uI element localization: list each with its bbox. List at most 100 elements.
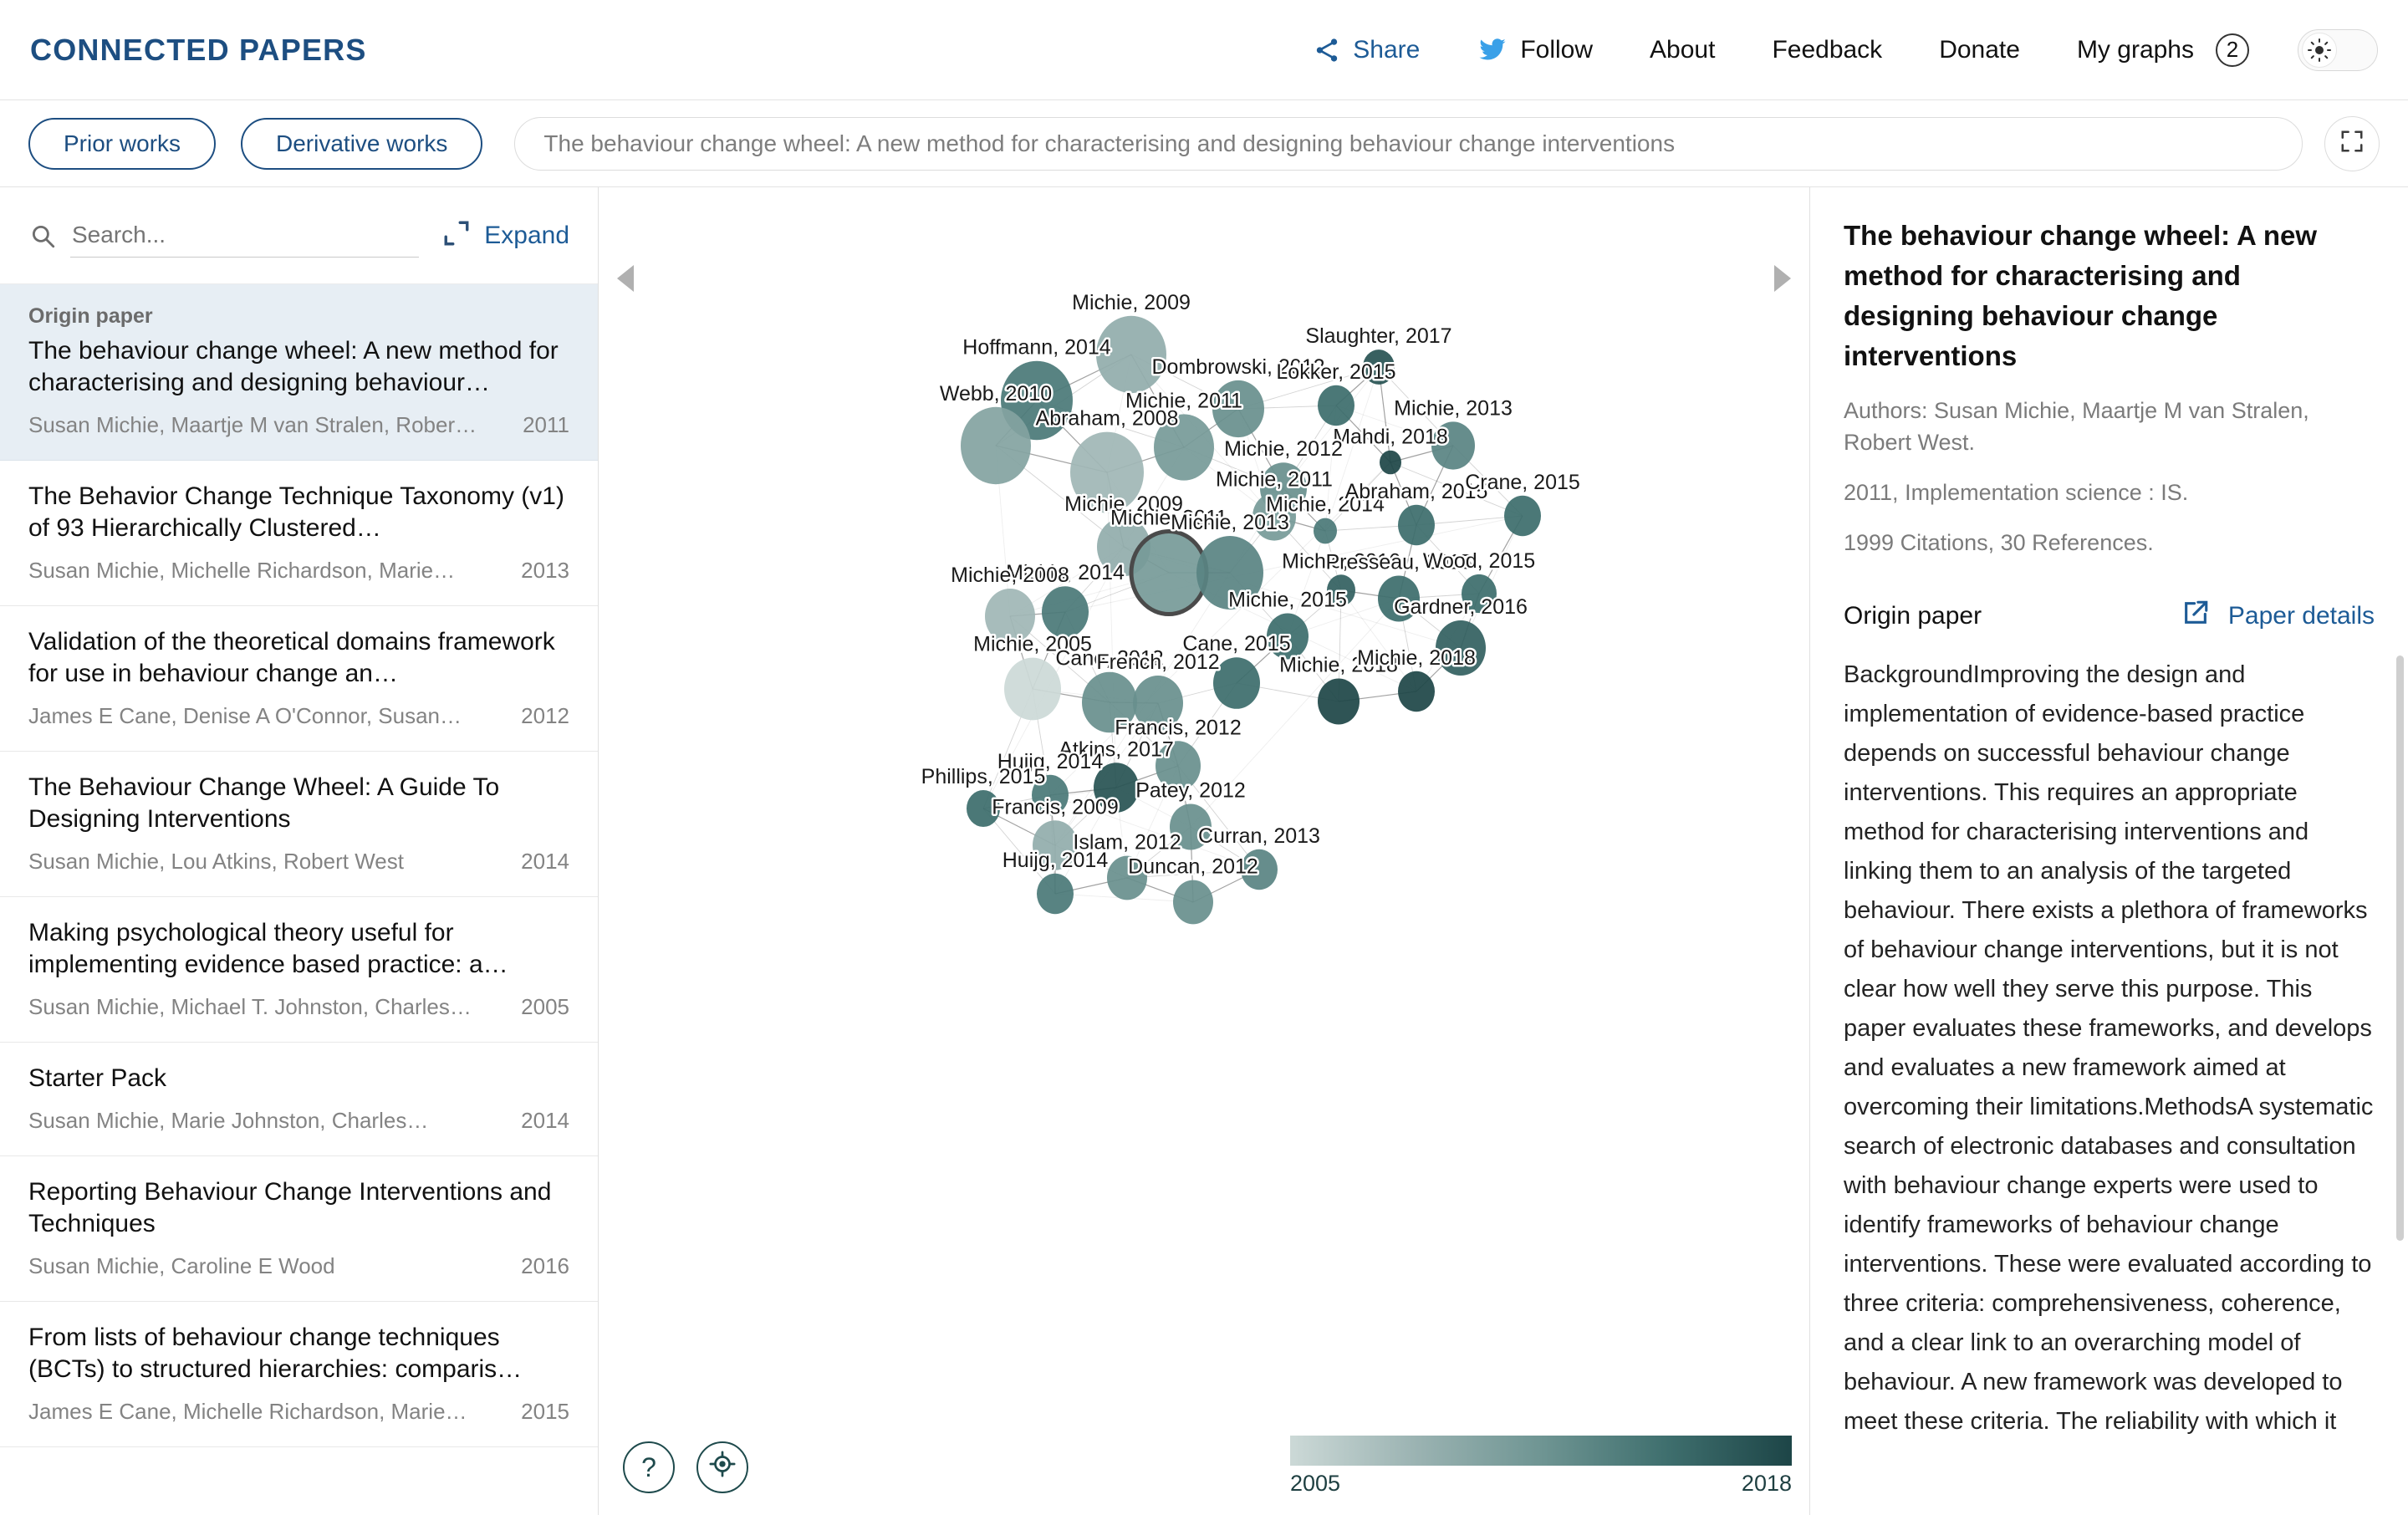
paper-search-input[interactable]: The behaviour change wheel: A new method…: [514, 116, 2303, 171]
graph-node-label: Michie, 2011: [1216, 467, 1333, 491]
expand-label: Expand: [484, 221, 569, 249]
graph-node[interactable]: [1004, 657, 1061, 721]
origin-paper-tag: Origin paper: [28, 304, 153, 328]
detail-origin-row: Origin paper Paper details: [1844, 599, 2375, 634]
graph-node[interactable]: [1504, 495, 1541, 537]
paper-year: 2005: [521, 994, 569, 1019]
detail-origin-label: Origin paper: [1844, 602, 1982, 630]
graph-node[interactable]: [1173, 880, 1213, 925]
graph-node[interactable]: [1318, 385, 1354, 426]
paper-meta: Susan Michie, Michael T. Johnston, Charl…: [28, 994, 569, 1020]
graph-node[interactable]: [1213, 657, 1260, 709]
connected-papers-app: CONNECTED PAPERS Share Follow About Feed…: [0, 0, 2408, 1515]
paper-title: Validation of the theoretical domains fr…: [28, 628, 555, 687]
paper-authors: James E Cane, Michelle Richardson, Marie…: [28, 1399, 467, 1424]
nav-donate-label: Donate: [1939, 35, 2020, 64]
graph-node-label: Cane, 2015: [1182, 632, 1290, 655]
paper-title: From lists of behaviour change technique…: [28, 1324, 523, 1383]
colorbar-labels: 2005 2018: [1290, 1471, 1792, 1497]
derivative-works-button[interactable]: Derivative works: [241, 117, 483, 170]
paper-details-link[interactable]: Paper details: [2181, 599, 2375, 634]
app-logo[interactable]: CONNECTED PAPERS: [30, 33, 367, 68]
search-icon: [28, 222, 57, 250]
paper-title: Starter Pack: [28, 1064, 167, 1092]
nav-feedback[interactable]: Feedback: [1743, 36, 1911, 64]
recenter-button[interactable]: [696, 1441, 748, 1493]
paper-meta: Susan Michie, Caroline E Wood 2016: [28, 1253, 569, 1279]
nav-follow[interactable]: Follow: [1448, 36, 1621, 64]
fullscreen-icon: [2339, 129, 2365, 158]
graph-node-label: Lokker, 2015: [1276, 360, 1395, 384]
list-item[interactable]: Reporting Behaviour Change Interventions…: [0, 1156, 598, 1302]
list-item[interactable]: Origin paper The behaviour change wheel:…: [0, 284, 598, 461]
fullscreen-button[interactable]: [2324, 115, 2380, 171]
graph-node[interactable]: [1398, 671, 1435, 712]
colorbar-max-label: 2018: [1741, 1471, 1792, 1496]
prior-works-button[interactable]: Prior works: [28, 117, 217, 170]
graph-node-label: Duncan, 2012: [1128, 855, 1258, 879]
nav-my-graphs-label: My graphs: [2076, 35, 2194, 64]
nav-my-graphs[interactable]: My graphs 2: [2048, 33, 2278, 67]
theme-toggle[interactable]: [2298, 28, 2378, 71]
list-item[interactable]: The Behaviour Change Wheel: A Guide To D…: [0, 752, 598, 897]
graph-node[interactable]: [1380, 450, 1401, 475]
graph-canvas[interactable]: Michie, 2009 Hoffmann, 2014 Webb, 2010 Abra…: [599, 187, 1809, 1515]
colorbar-min-label: 2005: [1290, 1471, 1341, 1496]
header-nav: Share Follow About Feedback Donate My gr…: [1284, 28, 2378, 71]
nav-about[interactable]: About: [1621, 36, 1743, 64]
list-item[interactable]: Validation of the theoretical domains fr…: [0, 606, 598, 752]
crosshair-icon: [708, 1450, 737, 1485]
graph-node[interactable]: [961, 406, 1031, 485]
list-item[interactable]: From lists of behaviour change technique…: [0, 1302, 598, 1447]
paper-detail-panel: The behaviour change wheel: A new method…: [1809, 187, 2408, 1515]
detail-authors: Authors: Susan Michie, Maartje M van Str…: [1844, 398, 2309, 455]
papers-sidebar: Expand Origin paper The behaviour change…: [0, 187, 599, 1515]
sidebar-search-row: Expand: [0, 187, 598, 284]
graph-node[interactable]: [1318, 678, 1360, 725]
graph-toolbar: Prior works Derivative works The behavio…: [0, 100, 2408, 187]
paper-year: 2016: [521, 1253, 569, 1278]
sidebar-search-input[interactable]: [70, 213, 420, 258]
list-item[interactable]: Making psychological theory useful for i…: [0, 897, 598, 1043]
paper-authors: Susan Michie, Michelle Richardson, Marie…: [28, 558, 456, 583]
graph-svg: Michie, 2009Hoffmann, 2014Webb, 2010Abra…: [919, 288, 1582, 925]
list-item[interactable]: Starter Pack Susan Michie, Marie Johnsto…: [0, 1043, 598, 1156]
graph-node-label: Michie, 2008: [951, 564, 1069, 587]
twitter-icon: [1477, 36, 1508, 64]
nav-feedback-label: Feedback: [1772, 35, 1883, 64]
graph-node[interactable]: [1314, 518, 1337, 544]
graph-node-label: Gardner, 2016: [1394, 595, 1528, 619]
graph-node-label: Francis, 2009: [992, 795, 1118, 819]
paper-meta: Susan Michie, Michelle Richardson, Marie…: [28, 558, 569, 584]
graph-node[interactable]: [1042, 586, 1089, 638]
app-header: CONNECTED PAPERS Share Follow About Feed…: [0, 0, 2408, 100]
graph-node[interactable]: [1037, 873, 1074, 915]
scrollbar-thumb[interactable]: [2396, 655, 2404, 1241]
graph-controls: ?: [623, 1441, 748, 1493]
detail-stats: 1999 Citations, 30 References.: [1844, 530, 2154, 555]
detail-abstract: BackgroundImproving the design and imple…: [1844, 661, 2374, 1435]
nav-share[interactable]: Share: [1284, 36, 1448, 64]
paper-meta: Susan Michie, Marie Johnston, Charles… 2…: [28, 1108, 569, 1134]
paper-meta: James E Cane, Michelle Richardson, Marie…: [28, 1399, 569, 1425]
graph-node-label: Hoffmann, 2014: [962, 336, 1111, 360]
paper-title: Reporting Behaviour Change Interventions…: [28, 1178, 552, 1237]
graph-node-label: Michie, 2015: [1228, 589, 1347, 612]
paper-year: 2012: [521, 703, 569, 728]
paper-title: Making psychological theory useful for i…: [28, 919, 508, 978]
nav-donate[interactable]: Donate: [1911, 36, 2048, 64]
nav-share-label: Share: [1353, 35, 1421, 64]
graph-node[interactable]: [1398, 504, 1435, 546]
paper-year: 2015: [521, 1399, 569, 1424]
list-item[interactable]: The Behavior Change Technique Taxonomy (…: [0, 461, 598, 606]
graph-node-label: Michie, 2013: [1394, 396, 1513, 420]
graph-node-label: Slaughter, 2017: [1305, 324, 1451, 348]
expand-button[interactable]: Expand: [442, 219, 569, 252]
graph-node[interactable]: [1129, 529, 1209, 616]
expand-icon: [442, 219, 471, 252]
help-button[interactable]: ?: [623, 1441, 675, 1493]
graph-node-label: Curran, 2013: [1198, 824, 1320, 848]
graph-node-label: Michie, 2018: [1357, 646, 1476, 670]
nav-follow-label: Follow: [1520, 35, 1594, 64]
graph-node-label: Michie, 2011: [1125, 389, 1242, 412]
